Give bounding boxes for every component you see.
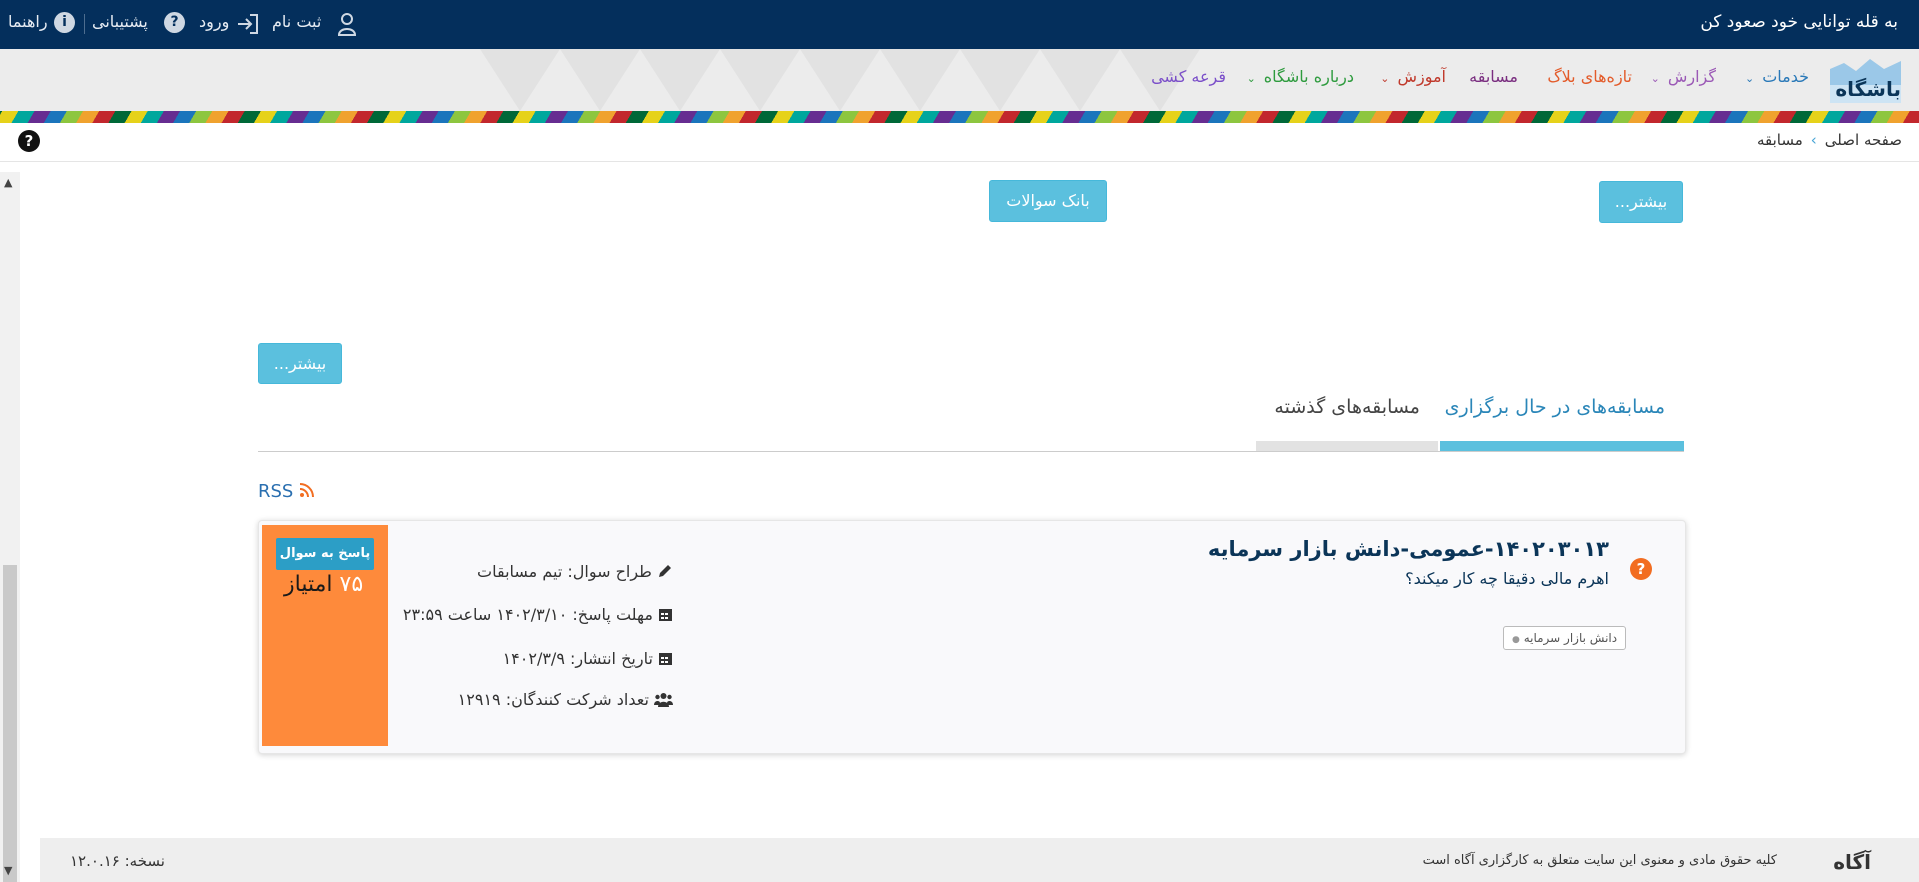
scroll-thumb[interactable] xyxy=(3,565,17,882)
divider xyxy=(0,161,1919,162)
tag-dot-icon: ● xyxy=(1512,635,1520,645)
scroll-down-icon[interactable]: ▼ xyxy=(4,864,12,877)
user-icon[interactable] xyxy=(337,12,357,36)
chevron-down-icon: ⌄ xyxy=(1380,72,1390,85)
divider xyxy=(84,14,85,34)
rss-link[interactable]: RSS xyxy=(258,481,315,502)
decor-triangle xyxy=(800,49,880,111)
chevron-down-icon: ⌄ xyxy=(1744,72,1755,85)
login-icon[interactable] xyxy=(236,13,260,35)
tab-ongoing-contests[interactable]: مسابقه‌های در حال برگزاری xyxy=(1445,396,1665,418)
info-icon[interactable]: i xyxy=(54,12,75,33)
tab-indicator-active xyxy=(1440,441,1684,451)
pencil-icon xyxy=(659,565,671,577)
question-mark-icon: ? xyxy=(1630,558,1652,580)
decor-triangle xyxy=(560,49,640,111)
footer-copyright: کلیه حقوق مادی و معنوی این سایت متعلق به… xyxy=(1422,853,1777,868)
decor-triangle xyxy=(880,49,960,111)
question-bank-button[interactable]: بانک سوالات xyxy=(989,180,1107,222)
decor-triangle xyxy=(720,49,800,111)
users-icon xyxy=(654,693,673,707)
nav-item-services[interactable]: خدمات⌄ xyxy=(1745,67,1809,86)
nav-item-blog[interactable]: تازه‌های بلاگ xyxy=(1547,67,1632,86)
breadcrumb: صفحه اصلی › مسابقه xyxy=(1757,131,1902,149)
more-button[interactable]: بیشتر... xyxy=(1599,181,1683,223)
register-link[interactable]: ثبت نام xyxy=(272,12,321,31)
answer-question-button[interactable]: پاسخ به سوال xyxy=(276,538,374,570)
scrollbar[interactable]: ▲ ▼ xyxy=(0,172,20,882)
rss-icon xyxy=(299,483,315,498)
meta-publish-date: تاریخ انتشار: ۱۴۰۲/۳/۹ xyxy=(503,649,673,668)
calendar-icon xyxy=(659,653,672,665)
slogan: به قله توانایی خود صعود کن xyxy=(1700,12,1898,32)
logo-text: باشگاه xyxy=(1835,77,1901,101)
tab-indicator-inactive xyxy=(1256,441,1438,451)
calendar-icon xyxy=(659,609,672,621)
more-button-secondary[interactable]: بیشتر... xyxy=(258,343,342,384)
help-icon[interactable]: ? xyxy=(18,130,40,152)
contest-question: اهرم مالی دقیقا چه کار میکند؟ xyxy=(1405,569,1609,588)
meta-participants: تعداد شرکت کنندگان: ۱۲۹۱۹ xyxy=(458,690,673,709)
question-circle-icon[interactable]: ? xyxy=(164,12,185,33)
decor-triangle xyxy=(640,49,720,111)
score-value: ۷۵ xyxy=(339,572,364,597)
guide-link[interactable]: راهنما xyxy=(8,12,48,31)
login-link[interactable]: ورود xyxy=(199,12,229,31)
nav-item-about[interactable]: درباره باشگاه⌄ xyxy=(1247,67,1354,86)
nav-item-lottery[interactable]: قرعه کشی xyxy=(1151,67,1226,86)
chevron-down-icon: ⌄ xyxy=(1246,72,1256,85)
score-unit: امتیاز xyxy=(284,572,333,597)
meta-designer: طراح سوال: تیم مسابقات xyxy=(477,562,673,581)
decor-triangle xyxy=(960,49,1040,111)
site-logo[interactable]: باشگاه xyxy=(1828,55,1903,105)
decor-triangle xyxy=(480,49,560,111)
contest-tag[interactable]: دانش بازار سرمایه ● xyxy=(1503,626,1627,650)
tab-past-contests[interactable]: مسابقه‌های گذشته xyxy=(1274,396,1420,418)
rainbow-stripe xyxy=(0,111,1919,123)
scroll-up-icon[interactable]: ▲ xyxy=(4,176,12,189)
score: ۷۵ امتیاز xyxy=(284,572,363,597)
support-link[interactable]: پشتیبانی xyxy=(92,12,148,31)
footer-version: نسخه: ۱۲.۰.۱۶ xyxy=(70,852,165,870)
nav-item-education[interactable]: آموزش⌄ xyxy=(1380,67,1446,86)
decor-triangle xyxy=(1040,49,1120,111)
main-nav: باشگاه خدمات⌄ گزارش⌄ تازه‌های بلاگ مسابق… xyxy=(0,49,1919,111)
chevron-down-icon: ⌄ xyxy=(1650,72,1660,85)
breadcrumb-separator: › xyxy=(1810,131,1817,149)
contest-title[interactable]: ۱۴۰۲۰۳۰۱۳-عمومی-دانش بازار سرمایه xyxy=(1208,537,1609,561)
breadcrumb-home[interactable]: صفحه اصلی xyxy=(1825,131,1902,149)
breadcrumb-current: مسابقه xyxy=(1757,131,1803,149)
top-bar: به قله توانایی خود صعود کن ثبت نام ورود … xyxy=(0,0,1919,49)
tabs-divider xyxy=(258,451,1684,452)
rss-label: RSS xyxy=(258,481,294,502)
nav-item-contest[interactable]: مسابقه xyxy=(1469,67,1518,86)
meta-deadline: مهلت پاسخ: ۱۴۰۲/۳/۱۰ ساعت ۲۳:۵۹ xyxy=(403,605,673,624)
nav-item-report[interactable]: گزارش⌄ xyxy=(1651,67,1716,86)
footer-logo[interactable]: آگاه xyxy=(1833,850,1871,874)
